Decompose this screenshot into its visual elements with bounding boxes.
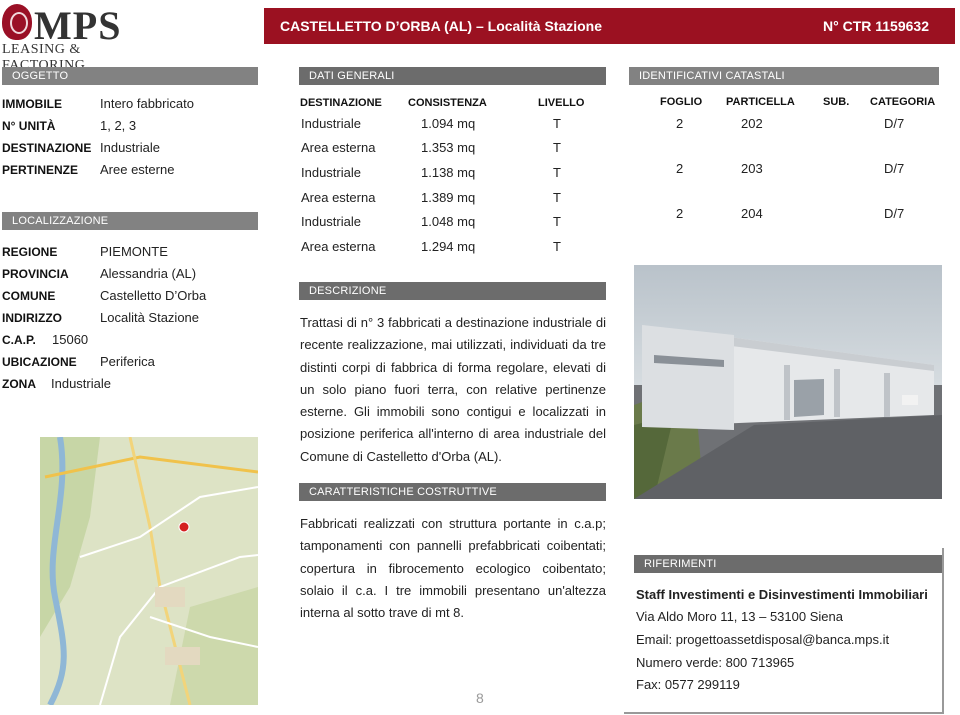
label-unita: N° UNITÀ (2, 119, 56, 133)
caratteristiche-text: Fabbricati realizzati con struttura port… (300, 516, 606, 621)
cat-row-3-foglio: 2 (676, 206, 684, 221)
riferimenti-email[interactable]: Email: progettoassetdisposal@banca.mps.i… (636, 632, 889, 647)
page-number: 8 (476, 690, 484, 706)
cat-row-2-categoria: D/7 (884, 161, 905, 176)
value-comune: Castelletto D’Orba (100, 288, 207, 303)
cat-row-1-particella: 202 (741, 116, 763, 131)
cat-row-2-particella: 203 (741, 161, 763, 176)
header-livello: LIVELLO (538, 97, 585, 109)
label-zona: ZONA (2, 377, 36, 391)
cat-row-3-particella: 204 (741, 206, 763, 221)
label-destinazione: DESTINAZIONE (2, 141, 92, 155)
label-ubicazione: UBICAZIONE (2, 355, 77, 369)
label-cap: C.A.P. (2, 333, 36, 347)
dg-row-3-consistenza: 1.138 mq (421, 165, 476, 180)
section-dati-generali: DATI GENERALI (299, 67, 606, 85)
label-regione: REGIONE (2, 245, 58, 259)
header-consistenza: CONSISTENZA (408, 97, 487, 109)
dg-row-5-destinazione: Industriale (301, 214, 361, 229)
section-riferimenti: RIFERIMENTI (634, 555, 942, 573)
riferimenti-address: Via Aldo Moro 11, 13 – 53100 Siena (636, 609, 843, 624)
dg-row-6-destinazione: Area esterna (301, 239, 376, 254)
header-foglio: FOGLIO (660, 96, 703, 108)
riferimenti-numero-verde: Numero verde: 800 713965 (636, 655, 795, 670)
value-immobile: Intero fabbricato (100, 96, 194, 111)
descrizione-text: Trattasi di n° 3 fabbricati a destinazio… (300, 315, 606, 464)
dg-row-4-destinazione: Area esterna (301, 190, 376, 205)
page-title: CASTELLETTO D’ORBA (AL) – Località Stazi… (280, 18, 603, 34)
dg-row-3-livello: T (553, 165, 561, 180)
header-destinazione: DESTINAZIONE (300, 97, 382, 109)
value-destinazione: Industriale (100, 140, 160, 155)
section-caratteristiche: CARATTERISTICHE COSTRUTTIVE (299, 483, 606, 501)
dg-row-6-livello: T (553, 239, 561, 254)
dg-row-6-consistenza: 1.294 mq (421, 239, 476, 254)
value-zona: Industriale (51, 376, 111, 391)
value-cap: 15060 (52, 332, 89, 347)
location-map (40, 437, 258, 705)
value-unita: 1, 2, 3 (100, 118, 137, 133)
label-pertinenze: PERTINENZE (2, 163, 79, 177)
dg-row-5-consistenza: 1.048 mq (421, 214, 476, 229)
cat-row-3-categoria: D/7 (884, 206, 905, 221)
header-categoria: CATEGORIA (870, 96, 936, 108)
dg-row-2-destinazione: Area esterna (301, 140, 376, 155)
dg-row-1-consistenza: 1.094 mq (421, 116, 476, 131)
cat-row-1-categoria: D/7 (884, 116, 905, 131)
label-indirizzo: INDIRIZZO (2, 311, 62, 325)
label-immobile: IMMOBILE (2, 97, 62, 111)
header-sub: SUB. (823, 96, 850, 108)
dg-row-2-consistenza: 1.353 mq (421, 140, 476, 155)
dg-row-1-destinazione: Industriale (301, 116, 361, 131)
map-graphic (40, 437, 258, 705)
section-oggetto: OGGETTO (2, 67, 258, 85)
header-particella: PARTICELLA (726, 96, 795, 108)
ctr-number: N° CTR 1159632 (823, 18, 929, 34)
value-pertinenze: Aree esterne (100, 162, 175, 177)
value-indirizzo: Località Stazione (100, 310, 200, 325)
cat-row-2-foglio: 2 (676, 161, 684, 176)
title-bar: CASTELLETTO D’ORBA (AL) – Località Stazi… (264, 8, 955, 44)
riferimenti-title: Staff Investimenti e Disinvestimenti Imm… (636, 587, 928, 602)
property-photo (634, 265, 942, 499)
dg-row-4-consistenza: 1.389 mq (421, 190, 476, 205)
mps-logo: MPS LEASING & FACTORING (0, 0, 124, 73)
cat-row-1-foglio: 2 (676, 116, 684, 131)
dg-row-2-livello: T (553, 140, 561, 155)
value-regione: PIEMONTE (100, 244, 168, 259)
label-provincia: PROVINCIA (2, 267, 69, 281)
value-ubicazione: Periferica (100, 354, 155, 369)
section-descrizione: DESCRIZIONE (299, 282, 606, 300)
dg-row-1-livello: T (553, 116, 561, 131)
mps-seal-icon (2, 4, 32, 40)
building-photo (634, 265, 942, 499)
dg-row-5-livello: T (553, 214, 561, 229)
riferimenti-fax: Fax: 0577 299119 (636, 677, 740, 692)
value-provincia: Alessandria (AL) (100, 266, 197, 281)
section-catastali: IDENTIFICATIVI CATASTALI (629, 67, 939, 85)
dg-row-4-livello: T (553, 190, 561, 205)
section-localizzazione: LOCALIZZAZIONE (2, 212, 258, 230)
label-comune: COMUNE (2, 289, 56, 303)
dg-row-3-destinazione: Industriale (301, 165, 361, 180)
